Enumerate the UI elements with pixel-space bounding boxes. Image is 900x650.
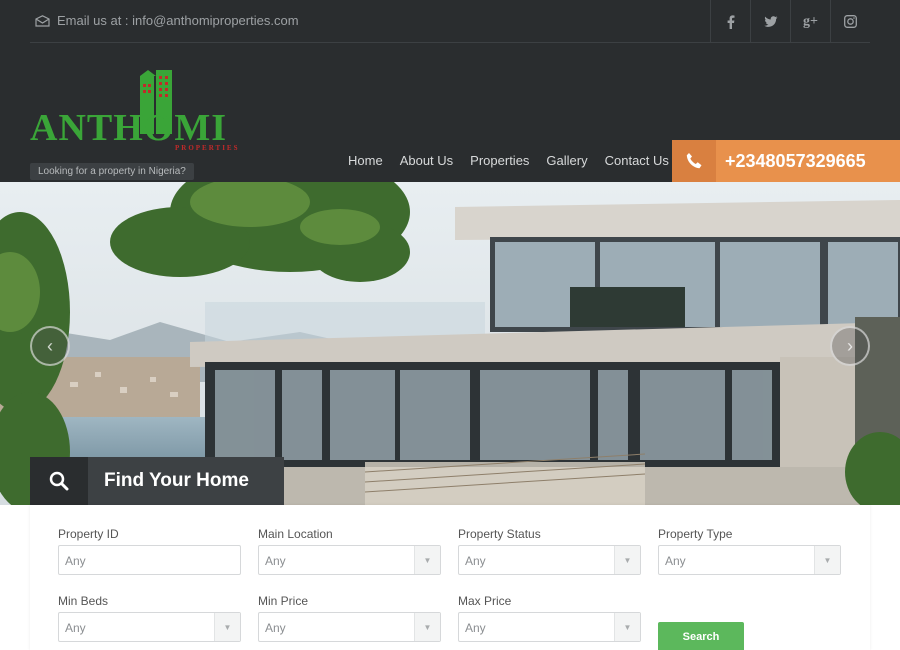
chevron-down-icon: ▼ [614, 546, 640, 574]
chevron-down-icon: ▼ [414, 546, 440, 574]
chevron-down-icon: ▼ [414, 613, 440, 641]
site-header: Email us at : info@anthomiproperties.com… [0, 0, 900, 182]
chevron-right-icon: › [847, 335, 853, 356]
field-value: Any [65, 621, 86, 635]
main-nav: Home About Us Properties Gallery Contact… [348, 153, 686, 168]
field-label: Main Location [258, 527, 333, 541]
field-label: Min Beds [58, 594, 109, 608]
site-logo[interactable]: ANTHOMI PROPERTIES [30, 70, 250, 160]
top-bar: Email us at : info@anthomiproperties.com… [30, 0, 870, 43]
twitter-icon[interactable] [750, 0, 790, 43]
chevron-down-icon: ▼ [214, 613, 240, 641]
field-label: Property ID [58, 527, 119, 541]
tagline: Looking for a property in Nigeria? [30, 163, 194, 180]
nav-home[interactable]: Home [348, 153, 383, 168]
field-value: Any [65, 554, 86, 568]
chevron-left-icon: ‹ [47, 335, 53, 356]
email-contact[interactable]: Email us at : info@anthomiproperties.com [35, 13, 299, 28]
field-value: Any [665, 554, 686, 568]
field-value: Any [465, 621, 486, 635]
hero-slider: ‹ › Find Your Home [0, 182, 900, 505]
main-location-select[interactable]: Any ▼ [258, 545, 441, 575]
field-label: Property Type [658, 527, 733, 541]
envelope-icon [35, 14, 50, 27]
max-price-field: Max Price Any ▼ [458, 594, 641, 642]
google-plus-glyph: g+ [803, 13, 818, 29]
property-type-select[interactable]: Any ▼ [658, 545, 841, 575]
slider-prev-button[interactable]: ‹ [30, 326, 70, 366]
nav-about-us[interactable]: About Us [400, 153, 453, 168]
field-value: Any [265, 554, 286, 568]
min-price-field: Min Price Any ▼ [258, 594, 441, 642]
min-beds-select[interactable]: Any ▼ [58, 612, 241, 642]
field-value: Any [465, 554, 486, 568]
property-id-field: Property ID Any [58, 527, 241, 575]
logo-subtext: PROPERTIES [175, 144, 240, 152]
social-links: g+ [710, 0, 870, 43]
main-location-field: Main Location Any ▼ [258, 527, 441, 575]
facebook-icon[interactable] [710, 0, 750, 43]
property-status-select[interactable]: Any ▼ [458, 545, 641, 575]
slider-next-button[interactable]: › [830, 326, 870, 366]
field-label: Property Status [458, 527, 541, 541]
nav-contact-us[interactable]: Contact Us [605, 153, 669, 168]
phone-cta[interactable]: +2348057329665 [672, 140, 900, 182]
field-value: Any [265, 621, 286, 635]
field-label: Max Price [458, 594, 512, 608]
instagram-icon[interactable] [830, 0, 870, 43]
property-type-field: Property Type Any ▼ [658, 527, 841, 575]
search-icon [30, 457, 88, 505]
phone-icon [672, 140, 716, 182]
min-beds-field: Min Beds Any ▼ [58, 594, 241, 642]
max-price-select[interactable]: Any ▼ [458, 612, 641, 642]
min-price-select[interactable]: Any ▼ [258, 612, 441, 642]
nav-gallery[interactable]: Gallery [546, 153, 587, 168]
phone-number: +2348057329665 [725, 151, 866, 171]
property-search-form: Property ID Any Main Location Any ▼ Prop… [30, 505, 870, 650]
chevron-down-icon: ▼ [814, 546, 840, 574]
nav-properties[interactable]: Properties [470, 153, 529, 168]
email-text: Email us at : info@anthomiproperties.com [57, 13, 299, 28]
find-home-tab: Find Your Home [30, 457, 284, 505]
google-plus-icon[interactable]: g+ [790, 0, 830, 43]
property-status-field: Property Status Any ▼ [458, 527, 641, 575]
find-home-title: Find Your Home [88, 457, 284, 505]
field-label: Min Price [258, 594, 309, 608]
property-id-input[interactable]: Any [58, 545, 241, 575]
search-button[interactable]: Search [658, 622, 744, 650]
chevron-down-icon: ▼ [614, 613, 640, 641]
